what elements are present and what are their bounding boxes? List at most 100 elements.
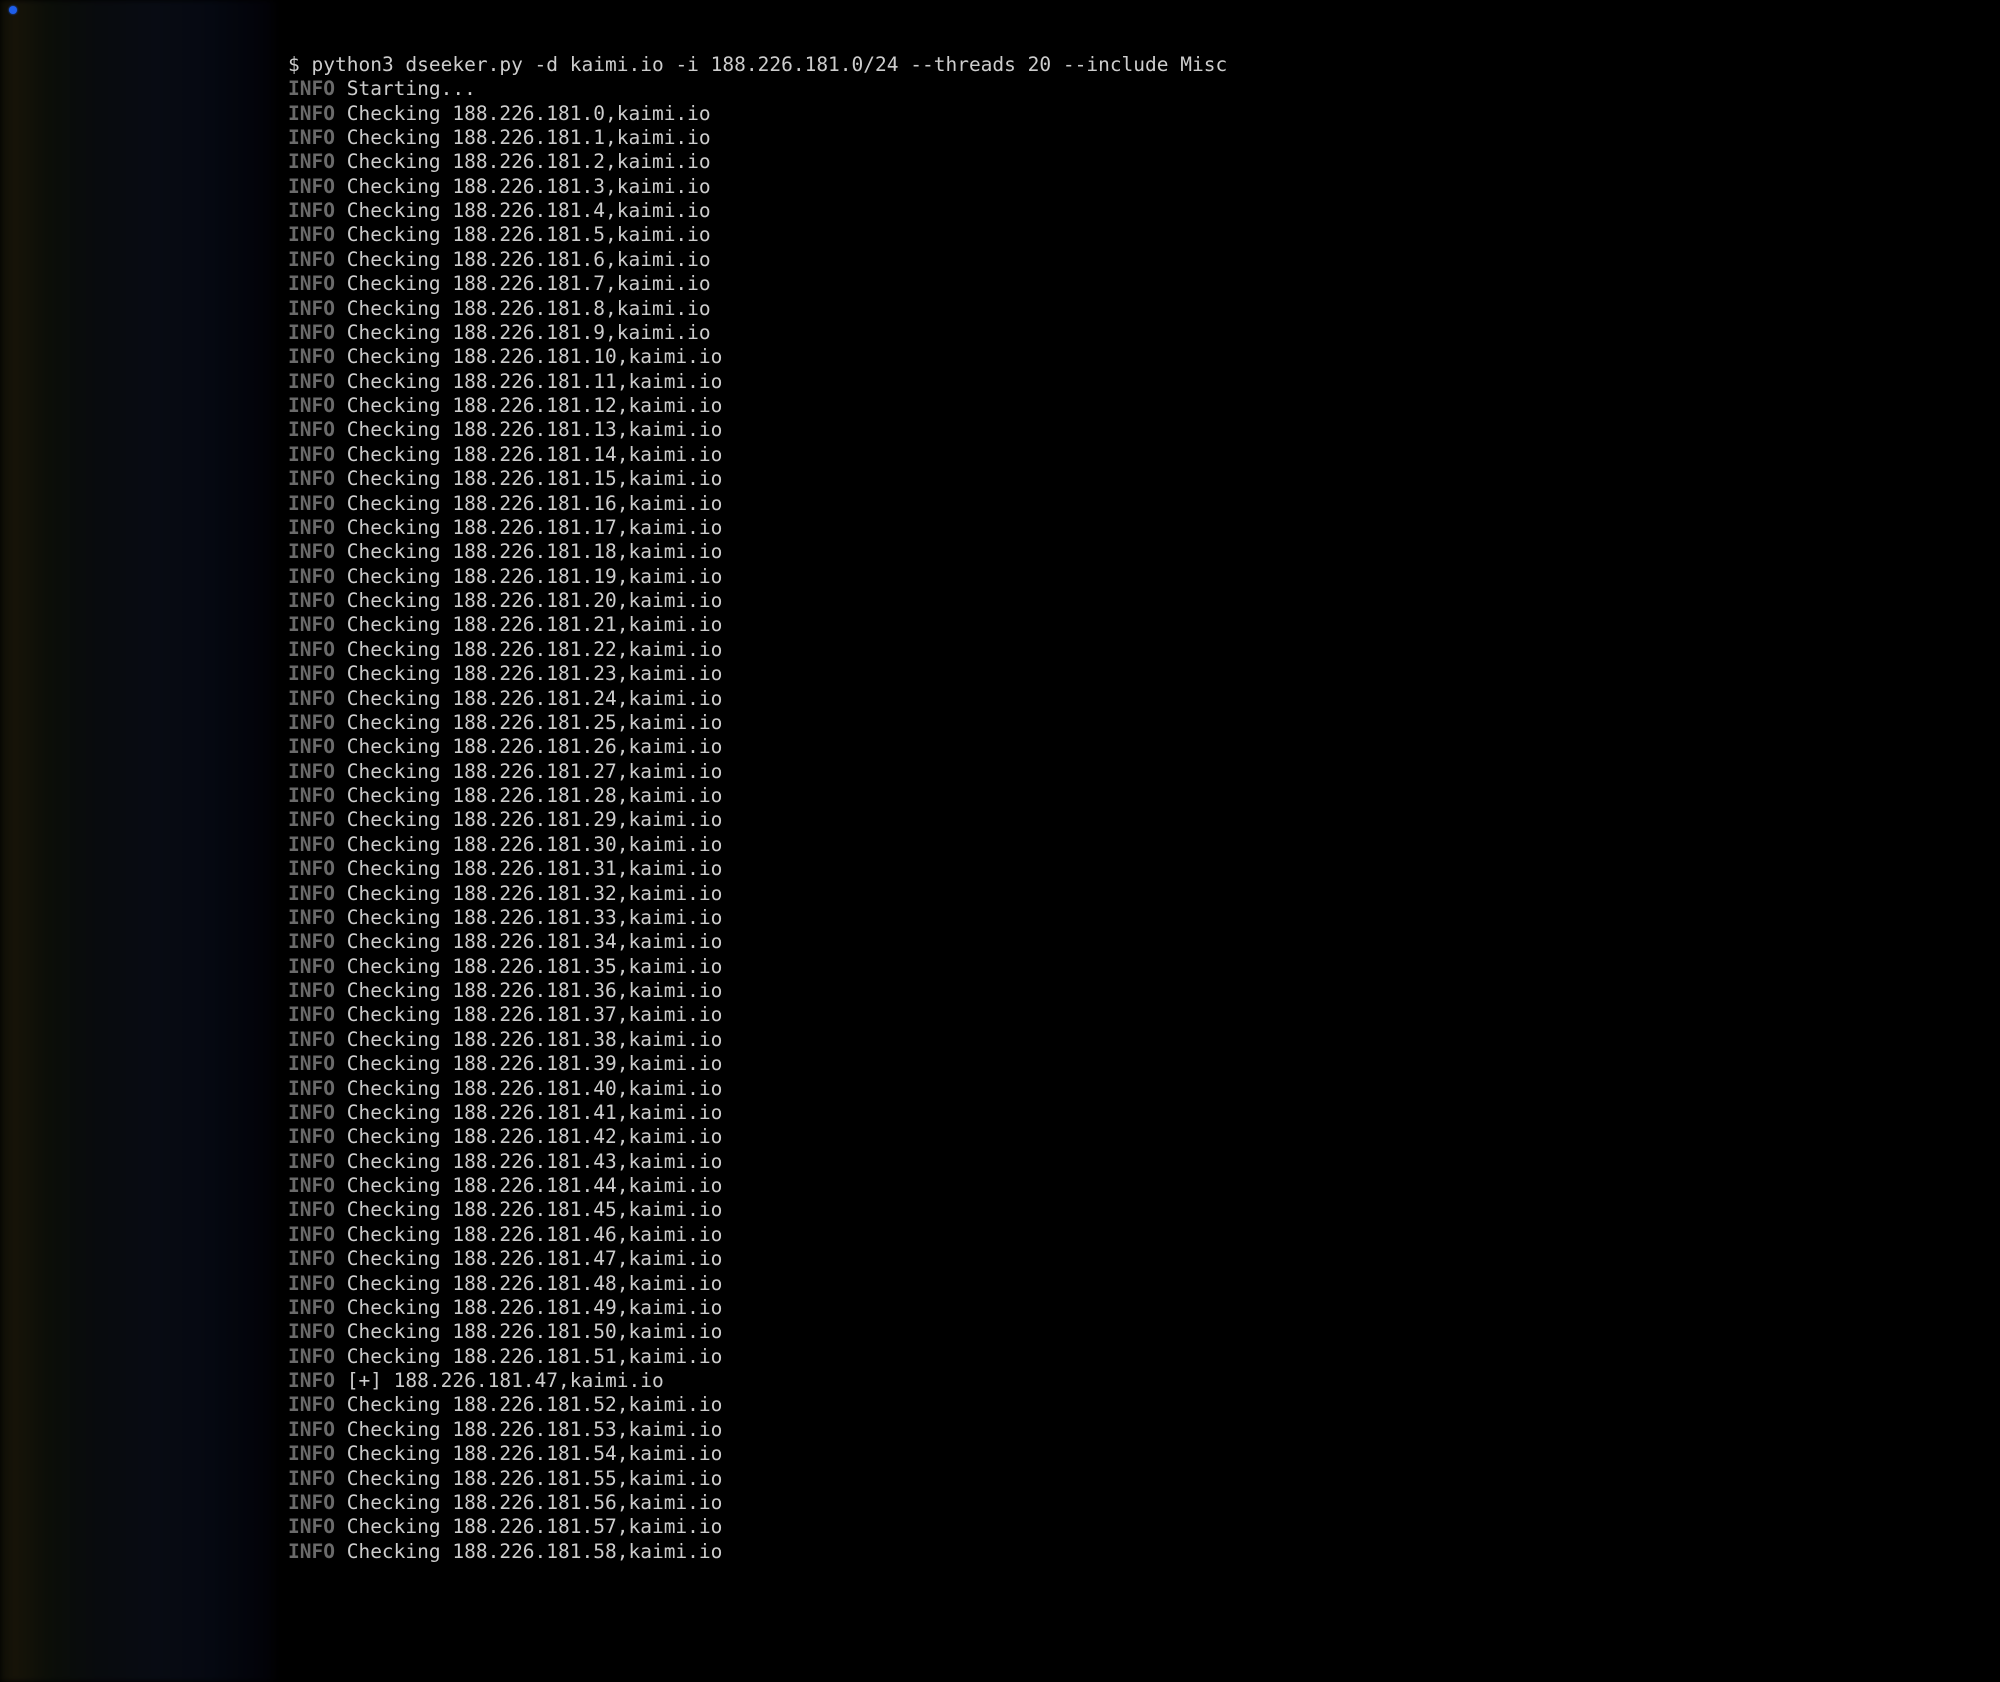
log-line: INFO Checking 188.226.181.34,kaimi.io [288, 930, 2000, 954]
log-line: INFO Checking 188.226.181.4,kaimi.io [288, 199, 2000, 223]
log-message: Checking 188.226.181.46,kaimi.io [335, 1223, 722, 1246]
log-message: Checking 188.226.181.44,kaimi.io [335, 1174, 722, 1197]
log-message: Checking 188.226.181.37,kaimi.io [335, 1003, 722, 1026]
log-message: Checking 188.226.181.41,kaimi.io [335, 1101, 722, 1124]
log-level-label: INFO [288, 808, 335, 831]
log-line: INFO Checking 188.226.181.21,kaimi.io [288, 613, 2000, 637]
log-level-label: INFO [288, 1467, 335, 1490]
log-level-label: INFO [288, 150, 335, 173]
log-level-label: INFO [288, 906, 335, 929]
log-message: Checking 188.226.181.36,kaimi.io [335, 979, 722, 1002]
log-line: INFO Checking 188.226.181.18,kaimi.io [288, 540, 2000, 564]
log-message: Checking 188.226.181.54,kaimi.io [335, 1442, 722, 1465]
log-message: Starting... [335, 77, 476, 100]
log-message: Checking 188.226.181.14,kaimi.io [335, 443, 722, 466]
log-level-label: INFO [288, 735, 335, 758]
log-level-label: INFO [288, 102, 335, 125]
log-level-label: INFO [288, 175, 335, 198]
log-message: Checking 188.226.181.27,kaimi.io [335, 760, 722, 783]
log-line: INFO Checking 188.226.181.35,kaimi.io [288, 955, 2000, 979]
log-message: Checking 188.226.181.5,kaimi.io [335, 223, 711, 246]
log-message: Checking 188.226.181.43,kaimi.io [335, 1150, 722, 1173]
log-level-label: INFO [288, 1345, 335, 1368]
log-message: Checking 188.226.181.51,kaimi.io [335, 1345, 722, 1368]
log-level-label: INFO [288, 1442, 335, 1465]
command-line: $ python3 dseeker.py -d kaimi.io -i 188.… [288, 53, 2000, 77]
log-level-label: INFO [288, 930, 335, 953]
log-level-label: INFO [288, 1247, 335, 1270]
log-message: Checking 188.226.181.18,kaimi.io [335, 540, 722, 563]
log-level-label: INFO [288, 370, 335, 393]
log-level-label: INFO [288, 1028, 335, 1051]
log-level-label: INFO [288, 955, 335, 978]
log-level-label: INFO [288, 516, 335, 539]
log-message: Checking 188.226.181.4,kaimi.io [335, 199, 711, 222]
log-message: Checking 188.226.181.58,kaimi.io [335, 1540, 722, 1563]
log-line: INFO Checking 188.226.181.47,kaimi.io [288, 1247, 2000, 1271]
log-level-label: INFO [288, 1150, 335, 1173]
log-message: Checking 188.226.181.9,kaimi.io [335, 321, 711, 344]
log-message: Checking 188.226.181.20,kaimi.io [335, 589, 722, 612]
log-message: Checking 188.226.181.57,kaimi.io [335, 1515, 722, 1538]
log-line: INFO Checking 188.226.181.41,kaimi.io [288, 1101, 2000, 1125]
log-line: INFO Checking 188.226.181.52,kaimi.io [288, 1393, 2000, 1417]
log-message: [+] 188.226.181.47,kaimi.io [335, 1369, 664, 1392]
log-message: Checking 188.226.181.23,kaimi.io [335, 662, 722, 685]
log-level-label: INFO [288, 1296, 335, 1319]
log-level-label: INFO [288, 394, 335, 417]
terminal-output[interactable]: $ python3 dseeker.py -d kaimi.io -i 188.… [280, 0, 2000, 1682]
log-level-label: INFO [288, 321, 335, 344]
log-level-label: INFO [288, 1491, 335, 1514]
log-level-label: INFO [288, 297, 335, 320]
log-level-label: INFO [288, 1515, 335, 1538]
log-message: Checking 188.226.181.55,kaimi.io [335, 1467, 722, 1490]
log-level-label: INFO [288, 1198, 335, 1221]
log-line: INFO Checking 188.226.181.32,kaimi.io [288, 882, 2000, 906]
prompt-symbol: $ [288, 53, 300, 76]
log-line: INFO Checking 188.226.181.28,kaimi.io [288, 784, 2000, 808]
log-line: INFO Checking 188.226.181.7,kaimi.io [288, 272, 2000, 296]
log-message: Checking 188.226.181.0,kaimi.io [335, 102, 711, 125]
log-level-label: INFO [288, 662, 335, 685]
log-message: Checking 188.226.181.24,kaimi.io [335, 687, 722, 710]
log-level-label: INFO [288, 1077, 335, 1100]
log-line: INFO Checking 188.226.181.3,kaimi.io [288, 175, 2000, 199]
sidebar-blur [0, 0, 280, 1682]
log-message: Checking 188.226.181.19,kaimi.io [335, 565, 722, 588]
log-level-label: INFO [288, 882, 335, 905]
log-message: Checking 188.226.181.16,kaimi.io [335, 492, 722, 515]
log-level-label: INFO [288, 760, 335, 783]
log-line: INFO Checking 188.226.181.13,kaimi.io [288, 418, 2000, 442]
log-level-label: INFO [288, 979, 335, 1002]
log-message: Checking 188.226.181.52,kaimi.io [335, 1393, 722, 1416]
log-line: INFO Checking 188.226.181.46,kaimi.io [288, 1223, 2000, 1247]
log-line: INFO Checking 188.226.181.40,kaimi.io [288, 1077, 2000, 1101]
log-line: INFO Checking 188.226.181.12,kaimi.io [288, 394, 2000, 418]
log-line: INFO Checking 188.226.181.29,kaimi.io [288, 808, 2000, 832]
log-level-label: INFO [288, 77, 335, 100]
log-level-label: INFO [288, 1223, 335, 1246]
log-line: INFO Checking 188.226.181.38,kaimi.io [288, 1028, 2000, 1052]
log-line: INFO Checking 188.226.181.56,kaimi.io [288, 1491, 2000, 1515]
log-level-label: INFO [288, 1052, 335, 1075]
log-line: INFO Checking 188.226.181.53,kaimi.io [288, 1418, 2000, 1442]
log-line: INFO Checking 188.226.181.57,kaimi.io [288, 1515, 2000, 1539]
log-line: INFO Checking 188.226.181.31,kaimi.io [288, 857, 2000, 881]
log-level-label: INFO [288, 1174, 335, 1197]
log-level-label: INFO [288, 1320, 335, 1343]
log-line: INFO Checking 188.226.181.27,kaimi.io [288, 760, 2000, 784]
log-message: Checking 188.226.181.8,kaimi.io [335, 297, 711, 320]
log-line: INFO Checking 188.226.181.22,kaimi.io [288, 638, 2000, 662]
log-message: Checking 188.226.181.47,kaimi.io [335, 1247, 722, 1270]
log-message: Checking 188.226.181.42,kaimi.io [335, 1125, 722, 1148]
log-level-label: INFO [288, 857, 335, 880]
log-line: INFO Checking 188.226.181.43,kaimi.io [288, 1150, 2000, 1174]
log-line: INFO Starting... [288, 77, 2000, 101]
log-message: Checking 188.226.181.11,kaimi.io [335, 370, 722, 393]
log-message: Checking 188.226.181.15,kaimi.io [335, 467, 722, 490]
log-message: Checking 188.226.181.45,kaimi.io [335, 1198, 722, 1221]
log-level-label: INFO [288, 418, 335, 441]
log-line: INFO Checking 188.226.181.49,kaimi.io [288, 1296, 2000, 1320]
log-line: INFO Checking 188.226.181.51,kaimi.io [288, 1345, 2000, 1369]
log-level-label: INFO [288, 199, 335, 222]
